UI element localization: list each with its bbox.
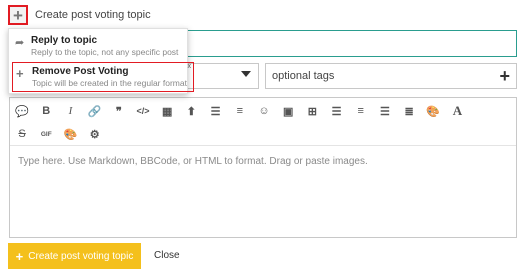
composer-action-title: Create post voting topic: [35, 9, 151, 21]
upload-icon[interactable]: ⬆: [179, 100, 203, 122]
italic-icon[interactable]: I: [58, 100, 82, 122]
plus-icon: +: [16, 66, 24, 81]
dropdown-item-remove-post-voting[interactable]: + Remove Post Voting Topic will be creat…: [12, 62, 194, 92]
gif-icon[interactable]: GIF: [34, 123, 58, 145]
image-icon[interactable]: ▣: [276, 100, 300, 122]
close-link[interactable]: Close: [154, 250, 180, 261]
code-icon[interactable]: </>: [131, 100, 155, 122]
color-palette-icon[interactable]: 🎨: [58, 123, 82, 145]
composer-actions-button[interactable]: +: [8, 5, 28, 25]
gear-icon[interactable]: ⚙: [83, 123, 107, 145]
bold-icon[interactable]: B: [34, 100, 58, 122]
reply-icon: ➦: [15, 37, 25, 49]
strikethrough-icon[interactable]: S: [10, 123, 34, 145]
plus-icon[interactable]: +: [499, 66, 510, 87]
create-topic-button[interactable]: + Create post voting topic: [8, 243, 141, 269]
composer-actions-dropdown: ➦ Reply to topic Reply to the topic, not…: [8, 28, 194, 94]
dropdown-item-reply-to-topic[interactable]: ➦ Reply to topic Reply to the topic, not…: [9, 32, 187, 60]
grid-icon[interactable]: ▦: [155, 100, 179, 122]
align-center-icon[interactable]: ≡: [349, 100, 373, 122]
editor-toolbar: 💬 B I 🔗 ❞ </> ▦ ⬆ ☰ ≡ ☺ ▣ ⊞ ☰ ≡ ☰ ≣ 🎨 A …: [10, 98, 516, 146]
composer-header: + Create post voting topic: [8, 4, 151, 26]
chat-icon[interactable]: 💬: [10, 100, 34, 122]
dropdown-item-description: Reply to the topic, not any specific pos…: [31, 47, 179, 57]
quote-icon[interactable]: ❞: [107, 100, 131, 122]
dropdown-item-title: Remove Post Voting: [32, 66, 129, 77]
toolbar-row: 💬 B I 🔗 ❞ </> ▦ ⬆ ☰ ≡ ☺ ▣ ⊞ ☰ ≡ ☰ ≣ 🎨 A: [10, 99, 470, 123]
dropdown-item-title: Reply to topic: [31, 35, 98, 46]
editor-textarea[interactable]: Type here. Use Markdown, BBCode, or HTML…: [18, 156, 368, 167]
plus-icon: +: [15, 248, 24, 264]
tags-input[interactable]: optional tags +: [265, 63, 517, 89]
plus-icon: +: [13, 5, 23, 25]
palette-icon[interactable]: 🎨: [421, 100, 445, 122]
align-right-icon[interactable]: ☰: [373, 100, 397, 122]
numbered-list-icon[interactable]: ≡: [228, 100, 252, 122]
link-icon[interactable]: 🔗: [83, 100, 107, 122]
close-mark: x: [187, 63, 192, 70]
align-left-icon[interactable]: ☰: [324, 100, 348, 122]
editor: 💬 B I 🔗 ❞ </> ▦ ⬆ ☰ ≡ ☺ ▣ ⊞ ☰ ≡ ☰ ≣ 🎨 A …: [9, 97, 517, 238]
toolbar-row: S GIF 🎨 ⚙: [10, 122, 107, 146]
caret-down-icon: [241, 71, 251, 77]
bulleted-list-icon[interactable]: ☰: [204, 100, 228, 122]
emoji-icon[interactable]: ☺: [252, 100, 276, 122]
tags-placeholder: optional tags: [272, 70, 335, 82]
create-topic-label: Create post voting topic: [28, 250, 134, 262]
font-icon[interactable]: A: [445, 100, 469, 122]
justify-icon[interactable]: ≣: [397, 100, 421, 122]
dropdown-item-description: Topic will be created in the regular for…: [32, 78, 187, 88]
table-icon[interactable]: ⊞: [300, 100, 324, 122]
